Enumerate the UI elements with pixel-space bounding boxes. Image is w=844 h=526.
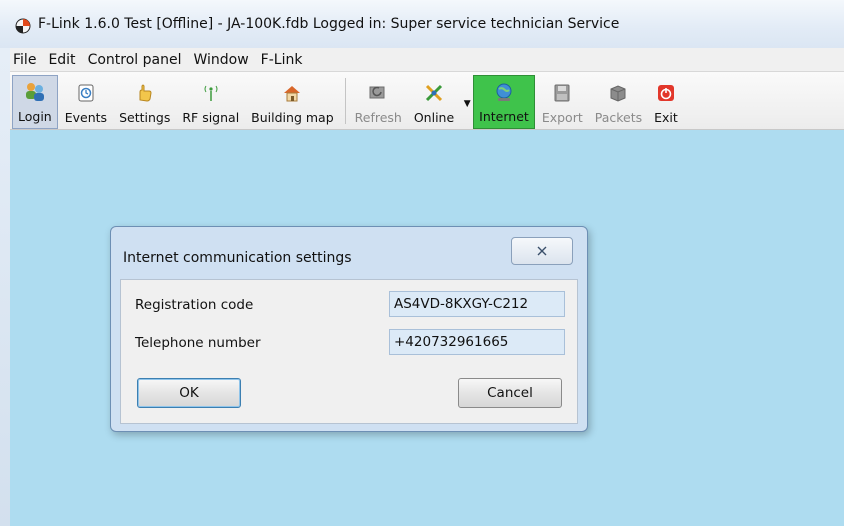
login-button[interactable]: Login — [12, 75, 58, 129]
title-bar: F-Link 1.6.0 Test [Offline] - JA-100K.fd… — [0, 0, 844, 48]
building-map-button[interactable]: Building map — [246, 73, 338, 129]
exit-label: Exit — [654, 110, 678, 125]
registration-code-field[interactable]: AS4VD-8KXGY-C212 — [389, 291, 565, 317]
power-icon — [657, 85, 674, 101]
window-title: F-Link 1.6.0 Test [Offline] - JA-100K.fd… — [38, 16, 620, 32]
globe-icon — [496, 83, 512, 101]
close-icon — [537, 246, 547, 256]
export-button[interactable]: Export — [537, 73, 588, 129]
dropdown-arrow-icon[interactable]: ▼ — [461, 73, 473, 129]
toolbar: Login Events Settings RF signal Building… — [10, 72, 844, 130]
refresh-label: Refresh — [354, 110, 402, 125]
menu-bar: File Edit Control panel Window F-Link — [10, 48, 844, 72]
window-frame-left — [0, 48, 10, 526]
packets-button[interactable]: Packets — [590, 73, 647, 129]
internet-settings-dialog: Internet communication settings Registra… — [110, 226, 588, 432]
refresh-icon — [369, 86, 385, 99]
export-label: Export — [541, 110, 583, 125]
settings-button[interactable]: Settings — [114, 73, 175, 129]
telephone-number-label: Telephone number — [135, 335, 261, 351]
settings-label: Settings — [119, 110, 171, 125]
telephone-number-field[interactable]: +420732961665 — [389, 329, 565, 355]
building-map-label: Building map — [251, 110, 334, 125]
house-icon — [284, 86, 301, 102]
online-plug-icon — [425, 84, 443, 102]
online-button[interactable]: Online — [409, 73, 459, 129]
events-button[interactable]: Events — [60, 73, 112, 129]
packets-label: Packets — [594, 110, 643, 125]
rf-signal-button[interactable]: RF signal — [177, 73, 244, 129]
cancel-button[interactable]: Cancel — [458, 378, 562, 408]
rf-signal-label: RF signal — [182, 110, 240, 125]
events-label: Events — [64, 110, 108, 125]
f-link-app-icon — [15, 18, 31, 34]
floppy-disk-icon — [554, 84, 570, 102]
menu-window[interactable]: Window — [187, 52, 254, 68]
menu-control-panel[interactable]: Control panel — [82, 52, 188, 68]
online-label: Online — [413, 110, 455, 125]
registration-code-label: Registration code — [135, 297, 254, 313]
menu-file[interactable]: File — [10, 52, 42, 68]
dialog-title: Internet communication settings — [123, 250, 352, 266]
hand-settings-icon — [139, 84, 152, 102]
ok-button[interactable]: OK — [137, 378, 241, 408]
toolbar-separator — [344, 78, 346, 124]
exit-button[interactable]: Exit — [649, 73, 683, 129]
users-icon — [25, 83, 44, 101]
internet-button[interactable]: Internet — [473, 75, 535, 129]
internet-label: Internet — [479, 109, 529, 124]
package-icon — [610, 85, 626, 102]
close-button[interactable] — [511, 237, 573, 265]
dialog-content: Registration code AS4VD-8KXGY-C212 Telep… — [120, 279, 578, 424]
menu-f-link[interactable]: F-Link — [255, 52, 309, 68]
menu-edit[interactable]: Edit — [42, 52, 81, 68]
antenna-icon — [204, 85, 218, 101]
events-icon — [78, 84, 94, 102]
login-label: Login — [18, 109, 52, 124]
refresh-button[interactable]: Refresh — [350, 73, 407, 129]
